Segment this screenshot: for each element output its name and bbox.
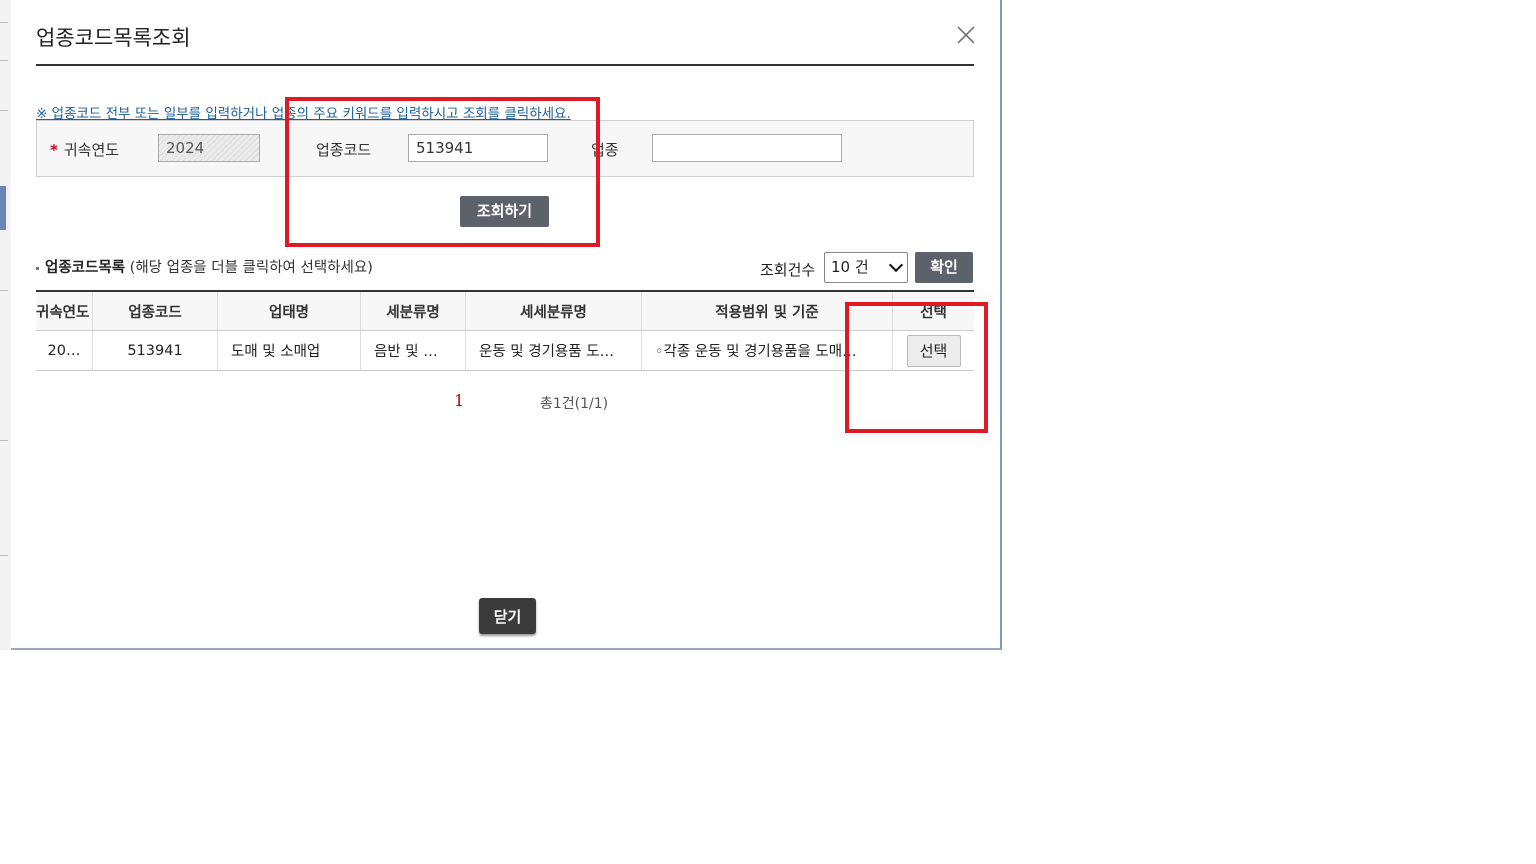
industry-code-dialog: 업종코드목록조회 ※ 업종코드 전부 또는 일부를 입력하거나 업종의 주요 키… [11, 0, 1002, 650]
industry-code-input[interactable]: 513941 [408, 134, 548, 162]
col-sub-class[interactable]: 세분류명 [361, 292, 466, 330]
list-title: 업종코드목록 [45, 260, 126, 276]
col-scope[interactable]: 적용범위 및 기준 [642, 292, 893, 330]
chevron-down-icon [888, 257, 904, 273]
cell-sub-class: 음반 및 … [361, 331, 466, 370]
cell-detail-class: 운동 및 경기용품 도… [466, 331, 642, 370]
cell-select: 선택 [893, 331, 974, 370]
cell-code: 513941 [93, 331, 218, 370]
close-icon[interactable] [955, 24, 977, 46]
table-row[interactable]: 20… 513941 도매 및 소매업 음반 및 … 운동 및 경기용품 도… … [36, 331, 974, 371]
close-button[interactable]: 닫기 [479, 598, 536, 634]
title-divider [36, 64, 974, 66]
confirm-button[interactable]: 확인 [915, 252, 973, 283]
industry-input[interactable] [652, 134, 842, 162]
col-business-type[interactable]: 업태명 [218, 292, 361, 330]
count-select-value: 10 건 [831, 258, 869, 276]
col-code[interactable]: 업종코드 [93, 292, 218, 330]
dialog-title: 업종코드목록조회 [36, 26, 191, 50]
col-detail-class[interactable]: 세세분류명 [466, 292, 642, 330]
table-header: 귀속연도 업종코드 업태명 세분류명 세세분류명 적용범위 및 기준 선택 [36, 290, 974, 331]
year-field: 2024 [158, 134, 260, 162]
search-hint: ※ 업종코드 전부 또는 일부를 입력하거나 업종의 주요 키워드를 입력하시고… [36, 106, 571, 122]
list-subtitle: (해당 업종을 더블 클릭하여 선택하세요) [129, 260, 373, 276]
page-number[interactable]: 1 [454, 391, 464, 410]
cell-year: 20… [36, 331, 93, 370]
bullet-icon [36, 266, 39, 270]
list-section-title: 업종코드목록 (해당 업종을 더블 클릭하여 선택하세요) [36, 256, 373, 277]
select-row-button[interactable]: 선택 [906, 334, 961, 367]
col-year[interactable]: 귀속연도 [36, 292, 93, 330]
count-select[interactable]: 10 건 [824, 252, 908, 283]
year-label: 귀속연도 [63, 141, 120, 159]
cell-scope: ◦각종 운동 및 경기용품을 도매… [642, 331, 893, 370]
code-label: 업종코드 [316, 141, 372, 159]
year-label-wrap: * 귀속연도 [50, 139, 119, 160]
search-button[interactable]: 조회하기 [460, 196, 549, 227]
count-label: 조회건수 [760, 261, 816, 279]
pagination-total: 총1건(1/1) [540, 396, 609, 412]
required-mark: * [50, 141, 58, 159]
industry-label: 업종 [591, 141, 619, 159]
search-panel: * 귀속연도 2024 업종코드 513941 업종 [36, 120, 974, 177]
cell-business-type: 도매 및 소매업 [218, 331, 361, 370]
col-select: 선택 [920, 304, 947, 321]
